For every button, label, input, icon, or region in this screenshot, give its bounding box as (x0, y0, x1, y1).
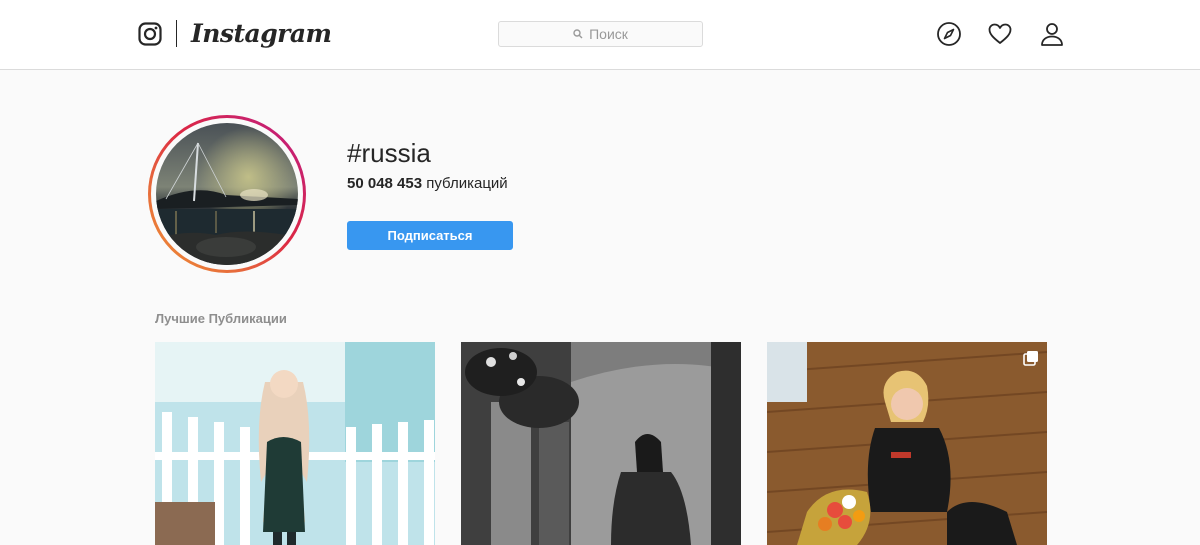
user-icon[interactable] (1039, 21, 1065, 47)
search-box[interactable]: Поиск (498, 21, 703, 47)
post-thumbnail[interactable] (767, 342, 1047, 545)
search-placeholder[interactable]: Поиск (589, 26, 628, 42)
post-count-label: публикаций (426, 175, 508, 192)
instagram-glyph-icon[interactable] (138, 22, 162, 46)
post-thumbnail[interactable] (155, 342, 435, 545)
compass-icon[interactable] (936, 21, 962, 47)
search-icon (573, 29, 583, 39)
post-count: 50 048 453 публикаций (347, 174, 508, 194)
top-posts-label: Лучшие Публикации (155, 311, 287, 326)
hashtag-avatar (156, 123, 298, 265)
logo-divider (176, 20, 177, 47)
top-nav: Instagram Поиск (0, 0, 1200, 70)
heart-icon[interactable] (987, 21, 1013, 47)
instagram-wordmark[interactable]: Instagram (191, 14, 332, 54)
follow-button[interactable]: Подписаться (347, 221, 513, 250)
hashtag-title: #russia (347, 138, 431, 168)
post-thumbnail[interactable] (461, 342, 741, 545)
post-count-value: 50 048 453 (347, 175, 423, 192)
hashtag-avatar-ring (148, 115, 306, 273)
multiple-photos-icon (1023, 351, 1038, 366)
